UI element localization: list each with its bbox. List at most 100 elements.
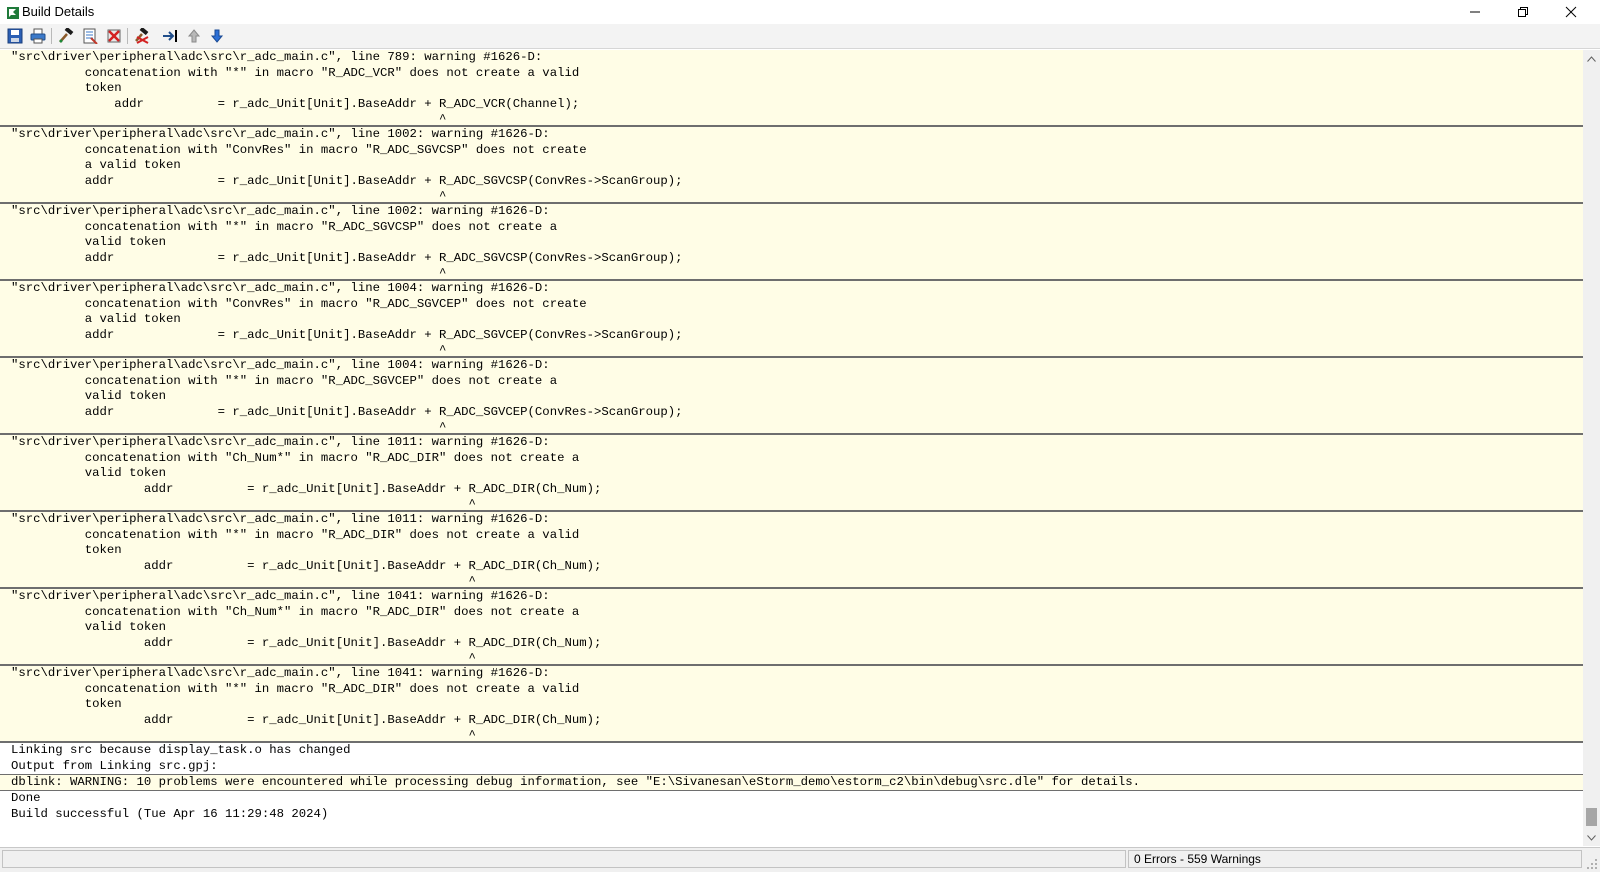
warning-line: concatenation with "*" in macro "R_ADC_S…: [11, 373, 558, 388]
warning-message[interactable]: "src\driver\peripheral\adc\src\r_adc_mai…: [0, 589, 1583, 666]
warning-line: addr = r_adc_Unit[Unit].BaseAddr + R_ADC…: [11, 404, 683, 419]
save-button[interactable]: [5, 26, 25, 46]
close-icon: [1565, 6, 1577, 18]
scrollbar-thumb[interactable]: [1586, 808, 1597, 826]
link-line: Output from Linking src.gpj:: [11, 758, 218, 773]
warning-line: concatenation with "Ch_Num*" in macro "R…: [11, 450, 580, 465]
warning-line: ^: [11, 574, 476, 589]
warning-line: a valid token: [11, 312, 181, 327]
chevron-down-icon: [1587, 834, 1596, 841]
warning-line: "src\driver\peripheral\adc\src\r_adc_mai…: [11, 127, 550, 141]
stop-build-icon: [135, 28, 149, 44]
warning-line: ^: [11, 497, 476, 512]
warning-line: "src\driver\peripheral\adc\src\r_adc_mai…: [11, 281, 550, 295]
details-button[interactable]: [80, 26, 100, 46]
warning-message[interactable]: "src\driver\peripheral\adc\src\r_adc_mai…: [0, 204, 1583, 281]
warning-line: concatenation with "ConvRes" in macro "R…: [11, 142, 587, 157]
warning-line: concatenation with "*" in macro "R_ADC_V…: [11, 65, 580, 80]
print-icon: [30, 28, 46, 44]
scroll-up-button[interactable]: [1583, 50, 1600, 67]
warning-line: valid token: [11, 620, 166, 635]
clear-icon: [107, 29, 121, 43]
next-error-button[interactable]: [207, 26, 227, 46]
title-bar: Build Details: [0, 0, 1600, 24]
warning-line: "src\driver\peripheral\adc\src\r_adc_mai…: [11, 358, 550, 372]
warning-line: "src\driver\peripheral\adc\src\r_adc_mai…: [11, 435, 550, 449]
warning-line: ^: [11, 728, 476, 743]
toolbar: [0, 24, 1600, 49]
clear-button[interactable]: [104, 26, 124, 46]
warning-line: ^: [11, 266, 447, 281]
previous-error-icon: [187, 29, 201, 43]
warning-line: token: [11, 697, 122, 712]
warning-line: addr = r_adc_Unit[Unit].BaseAddr + R_ADC…: [11, 173, 683, 188]
warning-line: "src\driver\peripheral\adc\src\r_adc_mai…: [11, 666, 550, 680]
build-button[interactable]: [56, 26, 76, 46]
warning-line: addr = r_adc_Unit[Unit].BaseAddr + R_ADC…: [11, 250, 683, 265]
warning-line: addr = r_adc_Unit[Unit].BaseAddr + R_ADC…: [11, 712, 602, 727]
warning-message[interactable]: "src\driver\peripheral\adc\src\r_adc_mai…: [0, 512, 1583, 589]
link-line: Linking src because display_task.o has c…: [11, 743, 351, 757]
warning-line: concatenation with "*" in macro "R_ADC_D…: [11, 681, 580, 696]
vertical-scrollbar[interactable]: [1583, 50, 1600, 846]
warning-message[interactable]: "src\driver\peripheral\adc\src\r_adc_mai…: [0, 666, 1583, 743]
done-line: Done: [11, 791, 41, 806]
print-button[interactable]: [28, 26, 48, 46]
warning-line: concatenation with "*" in macro "R_ADC_S…: [11, 219, 558, 234]
dblink-warning-message[interactable]: dblink: WARNING: 10 problems were encoun…: [0, 774, 1583, 792]
status-bar: 0 Errors - 559 Warnings: [0, 847, 1600, 872]
restore-button[interactable]: [1500, 0, 1546, 24]
warning-message[interactable]: "src\driver\peripheral\adc\src\r_adc_mai…: [0, 358, 1583, 435]
warning-line: valid token: [11, 389, 166, 404]
details-icon: [83, 28, 98, 44]
goto-source-icon: [163, 30, 177, 42]
warning-line: addr = r_adc_Unit[Unit].BaseAddr + R_ADC…: [11, 558, 602, 573]
scroll-down-button[interactable]: [1583, 829, 1600, 846]
error-warning-count: 0 Errors - 559 Warnings: [1128, 850, 1582, 868]
warning-message[interactable]: "src\driver\peripheral\adc\src\r_adc_mai…: [0, 127, 1583, 204]
warning-line: "src\driver\peripheral\adc\src\r_adc_mai…: [11, 50, 543, 64]
stop-build-button[interactable]: [132, 26, 152, 46]
done-message[interactable]: Done Build successful (Tue Apr 16 11:29:…: [0, 791, 1583, 823]
restore-icon: [1518, 7, 1528, 17]
warning-line: "src\driver\peripheral\adc\src\r_adc_mai…: [11, 589, 550, 603]
warning-line: addr = r_adc_Unit[Unit].BaseAddr + R_ADC…: [11, 635, 602, 650]
next-error-icon: [210, 29, 224, 43]
chevron-up-icon: [1587, 55, 1596, 62]
warning-line: "src\driver\peripheral\adc\src\r_adc_mai…: [11, 204, 550, 218]
warning-line: ^: [11, 420, 447, 435]
build-result-line: Build successful (Tue Apr 16 11:29:48 20…: [11, 806, 329, 821]
warning-line: addr = r_adc_Unit[Unit].BaseAddr + R_ADC…: [11, 327, 683, 342]
link-message[interactable]: Linking src because display_task.o has c…: [0, 743, 1583, 775]
warning-message[interactable]: "src\driver\peripheral\adc\src\r_adc_mai…: [0, 281, 1583, 358]
warning-message[interactable]: "src\driver\peripheral\adc\src\r_adc_mai…: [0, 50, 1583, 127]
build-hammer-icon: [59, 28, 74, 43]
warning-line: ^: [11, 189, 447, 204]
warning-line: concatenation with "ConvRes" in macro "R…: [11, 296, 587, 311]
warning-line: a valid token: [11, 158, 181, 173]
window-title: Build Details: [22, 4, 95, 19]
warning-line: concatenation with "Ch_Num*" in macro "R…: [11, 604, 580, 619]
warning-line: "src\driver\peripheral\adc\src\r_adc_mai…: [11, 512, 550, 526]
previous-error-button[interactable]: [184, 26, 204, 46]
minimize-icon: [1470, 11, 1480, 13]
warning-line: valid token: [11, 235, 166, 250]
app-flag-icon: [7, 7, 19, 19]
warning-line: ^: [11, 651, 476, 666]
warning-line: valid token: [11, 466, 166, 481]
goto-source-button[interactable]: [160, 26, 180, 46]
status-pane: [2, 850, 1126, 868]
minimize-button[interactable]: [1452, 0, 1498, 24]
warning-message[interactable]: "src\driver\peripheral\adc\src\r_adc_mai…: [0, 435, 1583, 512]
warning-line: token: [11, 543, 122, 558]
build-output-pane[interactable]: "src\driver\peripheral\adc\src\r_adc_mai…: [0, 50, 1583, 846]
close-button[interactable]: [1548, 0, 1594, 24]
warning-line: token: [11, 81, 122, 96]
warning-line: concatenation with "*" in macro "R_ADC_D…: [11, 527, 580, 542]
warning-line: ^: [11, 343, 447, 358]
save-icon: [7, 28, 23, 44]
warning-line: addr = r_adc_Unit[Unit].BaseAddr + R_ADC…: [11, 481, 602, 496]
resize-grip-icon[interactable]: [1586, 858, 1598, 870]
warning-line: addr = r_adc_Unit[Unit].BaseAddr + R_ADC…: [11, 96, 580, 111]
warning-line: ^: [11, 112, 447, 127]
